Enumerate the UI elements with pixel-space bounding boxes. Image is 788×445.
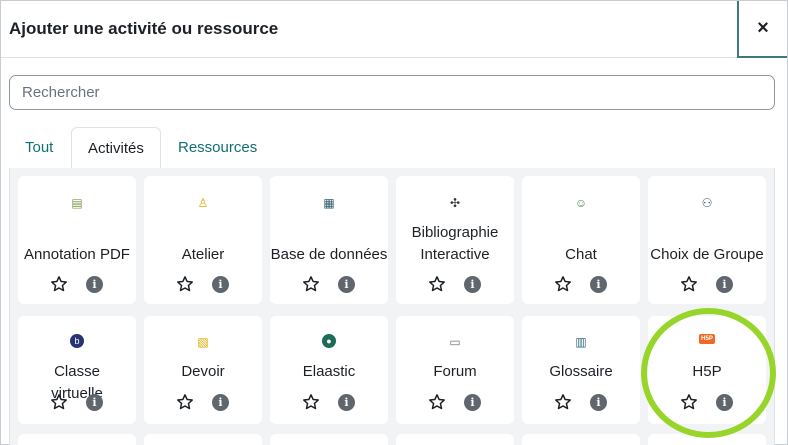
activity-card[interactable]: ▧ Devoir i <box>144 316 262 424</box>
star-icon[interactable] <box>50 393 68 411</box>
star-icon[interactable] <box>176 393 194 411</box>
tab-resources[interactable]: Ressources <box>162 127 273 169</box>
info-icon[interactable]: i <box>716 276 733 293</box>
activity-label: Choix de Groupe <box>650 246 764 263</box>
star-icon[interactable] <box>428 393 446 411</box>
activity-card[interactable]: ☺ Chat i <box>522 176 640 304</box>
activity-card[interactable]: ⚇ Choix de Groupe i <box>648 176 766 304</box>
activity-chooser-modal: Ajouter une activité ou ressource × Tout… <box>0 0 788 445</box>
activity-card[interactable] <box>18 434 136 445</box>
info-icon[interactable]: i <box>716 394 733 411</box>
activity-card[interactable]: ♙ Atelier i <box>144 176 262 304</box>
activity-grid: ▤ Annotation PDF i ♙ Atelier i ▦ Base de donnée… <box>9 168 775 445</box>
activity-card[interactable] <box>144 434 262 445</box>
activity-label: Base de données <box>270 246 388 263</box>
activity-label: Classe virtuelle <box>51 363 103 402</box>
tab-bar: Tout Activités Ressources <box>9 127 775 169</box>
info-icon[interactable]: i <box>464 276 481 293</box>
star-icon[interactable] <box>554 275 572 293</box>
info-icon[interactable]: i <box>86 276 103 293</box>
star-icon[interactable] <box>302 275 320 293</box>
activity-card[interactable]: ▥ Glossaire i <box>522 316 640 424</box>
info-icon[interactable]: i <box>590 394 607 411</box>
activity-card[interactable] <box>396 434 514 445</box>
activity-card[interactable]: ● Elaastic i <box>270 316 388 424</box>
star-icon[interactable] <box>680 275 698 293</box>
workshop-icon: ♙ <box>197 196 209 210</box>
activity-card[interactable]: ✣ Bibliographie Interactive i <box>396 176 514 304</box>
search-input[interactable] <box>9 75 775 110</box>
activity-label: Annotation PDF <box>24 246 130 263</box>
activity-card[interactable] <box>270 434 388 445</box>
info-icon[interactable]: i <box>212 394 229 411</box>
elaastic-icon: ● <box>322 334 336 348</box>
star-icon[interactable] <box>50 275 68 293</box>
puzzle-icon: ✣ <box>449 196 461 210</box>
activity-card[interactable] <box>648 434 766 445</box>
activity-card[interactable]: H5P H5P i <box>648 316 766 424</box>
activity-card[interactable] <box>522 434 640 445</box>
glossary-icon: ▥ <box>575 335 587 349</box>
modal-header: Ajouter une activité ou ressource × <box>1 1 787 58</box>
info-icon[interactable]: i <box>212 276 229 293</box>
chat-icon: ☺ <box>574 196 588 210</box>
activity-label: Forum <box>433 363 477 380</box>
star-icon[interactable] <box>302 393 320 411</box>
activity-label: Elaastic <box>302 363 356 380</box>
assignment-icon: ▧ <box>197 335 209 349</box>
info-icon[interactable]: i <box>86 394 103 411</box>
info-icon[interactable]: i <box>590 276 607 293</box>
activity-card[interactable]: ▦ Base de données i <box>270 176 388 304</box>
activity-label: Devoir <box>181 363 225 380</box>
activity-label: Glossaire <box>549 363 613 380</box>
activity-label: Chat <box>565 246 597 263</box>
activity-label: Bibliographie Interactive <box>411 224 499 263</box>
activity-label: Atelier <box>181 246 225 263</box>
forum-icon: ▭ <box>449 335 461 349</box>
activity-card[interactable]: ▭ Forum i <box>396 316 514 424</box>
close-button[interactable]: × <box>737 1 787 58</box>
info-icon[interactable]: i <box>338 276 355 293</box>
star-icon[interactable] <box>680 393 698 411</box>
modal-title: Ajouter une activité ou ressource <box>9 19 279 38</box>
info-icon[interactable]: i <box>464 394 481 411</box>
activity-card[interactable]: b Classe virtuelle i <box>18 316 136 424</box>
activity-card[interactable]: ▤ Annotation PDF i <box>18 176 136 304</box>
activity-label: H5P <box>692 363 722 380</box>
group-choice-icon: ⚇ <box>701 196 713 210</box>
tab-all[interactable]: Tout <box>9 127 69 169</box>
bigbluebutton-icon: b <box>70 334 84 348</box>
h5p-icon: H5P <box>699 334 715 344</box>
star-icon[interactable] <box>176 275 194 293</box>
info-icon[interactable]: i <box>338 394 355 411</box>
star-icon[interactable] <box>554 393 572 411</box>
tab-activities[interactable]: Activités <box>71 127 161 169</box>
database-icon: ▦ <box>323 196 335 210</box>
pdf-annotation-icon: ▤ <box>71 196 83 210</box>
star-icon[interactable] <box>428 275 446 293</box>
